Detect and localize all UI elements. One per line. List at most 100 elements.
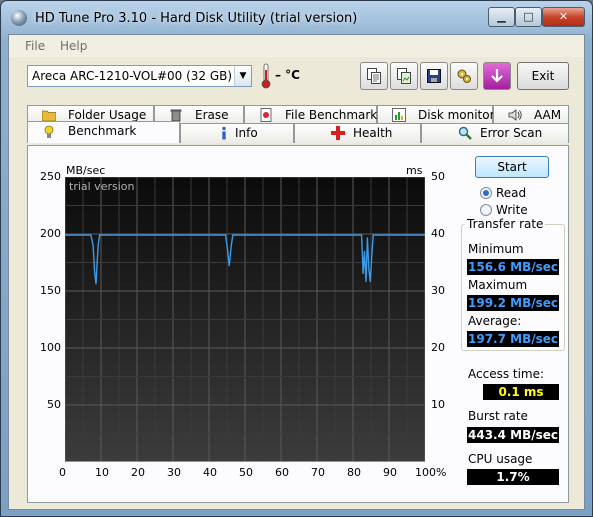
average-value: 197.7 MB/sec <box>467 331 559 347</box>
tab-erase-label: Erase <box>195 108 229 122</box>
access-time-value: 0.1 ms <box>483 384 559 400</box>
drive-select-value: Areca ARC-1210-VOL#00 (32 GB) <box>32 69 233 83</box>
client-area: File Help Areca ARC-1210-VOL#00 (32 GB) … <box>8 34 585 510</box>
burst-rate-value: 443.4 MB/sec <box>467 427 559 443</box>
x-tick: 90 <box>383 466 397 479</box>
chevron-down-icon[interactable]: ▼ <box>234 66 251 86</box>
start-button[interactable]: Start <box>475 156 549 178</box>
tab-info-label: Info <box>235 126 258 140</box>
x-tick: 70 <box>311 466 325 479</box>
trial-watermark: trial version <box>69 180 135 193</box>
health-icon <box>331 126 345 140</box>
tab-disk-monitor-label: Disk monitor <box>418 108 495 122</box>
tab-disk-monitor[interactable]: Disk monitor <box>377 105 495 125</box>
minimum-label: Minimum <box>468 242 524 256</box>
drive-select[interactable]: Areca ARC-1210-VOL#00 (32 GB) ▼ <box>27 65 252 87</box>
benchmark-icon <box>44 125 54 138</box>
write-radio-label: Write <box>496 203 528 217</box>
write-radio-dot[interactable] <box>480 204 492 216</box>
transfer-rate-title: Transfer rate <box>465 217 546 231</box>
y-unit-left: MB/sec <box>66 164 106 177</box>
application-window: HD Tune Pro 3.10 - Hard Disk Utility (tr… <box>0 0 593 517</box>
average-label: Average: <box>468 314 522 328</box>
trash-icon <box>170 109 182 122</box>
info-icon <box>222 126 226 140</box>
folder-icon <box>42 110 56 122</box>
thermometer-icon <box>261 63 271 89</box>
y-tick-right: 40 <box>431 227 445 240</box>
x-tick: 30 <box>167 466 181 479</box>
tab-aam-label: AAM <box>534 108 562 122</box>
tab-info[interactable]: Info <box>180 123 294 143</box>
y-tick-left: 250 <box>40 170 61 183</box>
tab-error-scan-label: Error Scan <box>480 126 543 140</box>
tab-error-scan[interactable]: Error Scan <box>421 123 569 143</box>
x-tick: 10 <box>95 466 109 479</box>
y-tick-left: 100 <box>40 341 61 354</box>
write-radio[interactable]: Write <box>480 203 560 217</box>
menu-bar: File Help <box>9 35 584 57</box>
x-tick: 20 <box>131 466 145 479</box>
tab-aam[interactable]: AAM <box>493 105 569 125</box>
y-tick-right: 10 <box>431 398 445 411</box>
menu-file[interactable]: File <box>25 39 45 53</box>
minimum-value: 156.6 MB/sec <box>467 259 559 275</box>
maximize-button[interactable]: □ <box>515 7 542 27</box>
maximum-value: 199.2 MB/sec <box>467 295 559 311</box>
minimize-button[interactable]: ▁ <box>488 7 515 27</box>
magnifier-icon <box>458 126 472 140</box>
tab-health[interactable]: Health <box>294 123 421 143</box>
read-radio-label: Read <box>496 186 527 200</box>
window-title: HD Tune Pro 3.10 - Hard Disk Utility (tr… <box>35 11 358 26</box>
title-bar[interactable]: HD Tune Pro 3.10 - Hard Disk Utility (tr… <box>1 1 592 35</box>
temperature-readout: – °C <box>275 68 300 82</box>
tab-benchmark[interactable]: Benchmark <box>27 121 180 143</box>
benchmark-chart-area: MB/sec ms trial version 250 200 150 100 … <box>28 146 446 486</box>
x-tick: 60 <box>275 466 289 479</box>
maximum-label: Maximum <box>468 278 528 292</box>
download-button[interactable] <box>483 62 511 90</box>
cpu-usage-value: 1.7% <box>467 469 559 485</box>
x-tick: 40 <box>203 466 217 479</box>
cpu-usage-label: CPU usage <box>468 452 533 466</box>
burst-rate-label: Burst rate <box>468 409 528 423</box>
toolbar: Areca ARC-1210-VOL#00 (32 GB) ▼ – °C Exi… <box>9 57 584 97</box>
options-button[interactable] <box>450 62 478 90</box>
speaker-icon <box>508 109 522 121</box>
tab-folder-usage-label: Folder Usage <box>68 108 147 122</box>
exit-button[interactable]: Exit <box>517 62 569 90</box>
options-icon <box>457 69 471 83</box>
y-tick-left: 150 <box>40 284 61 297</box>
y-tick-right: 50 <box>431 170 445 183</box>
copy-text-button[interactable] <box>360 62 388 90</box>
close-button[interactable]: ✕ <box>542 7 585 27</box>
read-radio-dot[interactable] <box>480 187 492 199</box>
benchmark-plot: trial version <box>65 177 425 462</box>
y-tick-left: 50 <box>47 398 61 411</box>
x-tick: 0 <box>59 466 66 479</box>
hdtune-app-icon <box>11 10 27 26</box>
tab-row-front: Benchmark Info Health Error Scan <box>27 121 569 143</box>
plot-grid <box>65 177 425 462</box>
copy-screenshot-icon <box>397 68 411 84</box>
x-tick: 80 <box>347 466 361 479</box>
file-benchmark-icon <box>260 108 272 122</box>
menu-help[interactable]: Help <box>60 39 87 53</box>
tab-benchmark-label: Benchmark <box>68 124 137 138</box>
tab-file-benchmark[interactable]: File Benchmark <box>244 105 377 125</box>
tab-health-label: Health <box>353 126 393 140</box>
y-tick-left: 200 <box>40 227 61 240</box>
x-tick: 50 <box>239 466 253 479</box>
y-unit-right: ms <box>406 164 423 177</box>
copy-screenshot-button[interactable] <box>390 62 418 90</box>
y-tick-right: 30 <box>431 284 445 297</box>
x-tick: 100% <box>415 466 447 479</box>
download-icon <box>491 69 503 83</box>
save-icon <box>427 69 441 83</box>
benchmark-panel: MB/sec ms trial version 250 200 150 100 … <box>27 145 569 503</box>
disk-monitor-icon <box>392 108 406 122</box>
save-button[interactable] <box>420 62 448 90</box>
read-radio[interactable]: Read <box>480 186 560 200</box>
copy-text-icon <box>367 68 381 84</box>
y-tick-right: 20 <box>431 341 445 354</box>
